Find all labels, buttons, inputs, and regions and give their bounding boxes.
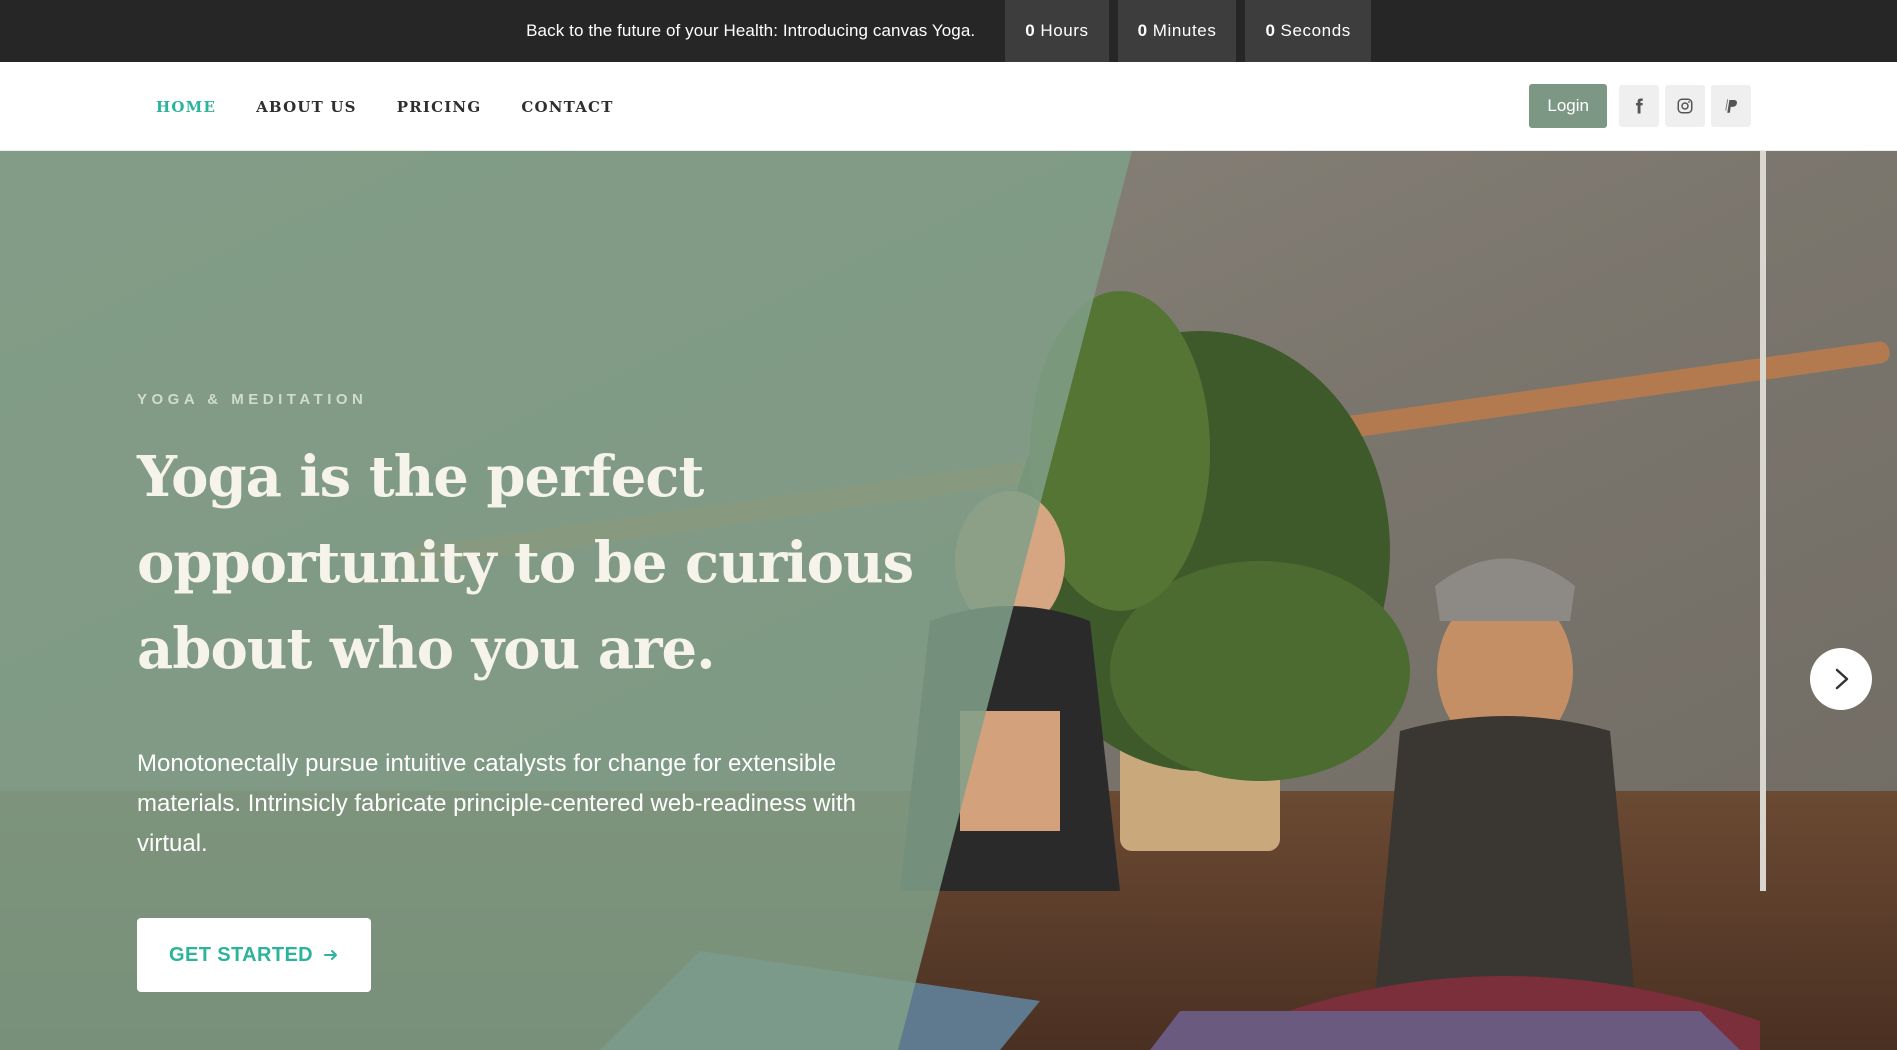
countdown-seconds-value: 0 <box>1265 21 1276 40</box>
countdown-hours-unit: Hours <box>1040 21 1089 40</box>
countdown-seconds-unit: Seconds <box>1280 21 1351 40</box>
site-header: HOME ABOUT US PRICING CONTACT Login <box>0 62 1897 151</box>
announcement-bar: Back to the future of your Health: Intro… <box>0 0 1897 62</box>
nav-item-pricing[interactable]: PRICING <box>397 98 482 116</box>
chevron-right-icon <box>1835 668 1849 690</box>
countdown-minutes-value: 0 <box>1137 21 1148 40</box>
nav-item-contact[interactable]: CONTACT <box>521 98 613 116</box>
hero-description: Monotonectally pursue intuitive catalyst… <box>137 750 856 857</box>
instagram-icon[interactable] <box>1665 85 1705 127</box>
arrow-right-icon <box>324 950 338 960</box>
countdown-minutes: 0 Minutes <box>1117 0 1237 62</box>
slider-next-button[interactable] <box>1810 648 1872 710</box>
countdown-hours-value: 0 <box>1025 21 1036 40</box>
paypal-icon[interactable] <box>1711 85 1751 127</box>
get-started-button[interactable]: GET STARTED <box>137 918 372 992</box>
hero-title: Yoga is the perfect opportunity to be cu… <box>137 444 914 682</box>
countdown-timer: 0 Hours 0 Minutes 0 Seconds <box>1005 0 1371 62</box>
hero-eyebrow: YOGA & MEDITATION <box>137 391 368 408</box>
header-actions: Login <box>1529 84 1751 128</box>
login-button[interactable]: Login <box>1529 84 1607 128</box>
countdown-seconds: 0 Seconds <box>1245 0 1371 62</box>
get-started-label: GET STARTED <box>169 943 314 966</box>
countdown-minutes-unit: Minutes <box>1152 21 1217 40</box>
nav-item-about-us[interactable]: ABOUT US <box>256 98 357 116</box>
countdown-hours: 0 Hours <box>1005 0 1109 62</box>
announcement-text: Back to the future of your Health: Intro… <box>526 21 976 40</box>
hero-content: YOGA & MEDITATION Yoga is the perfect op… <box>137 391 937 992</box>
hero-section: YOGA & MEDITATION Yoga is the perfect op… <box>0 151 1897 1050</box>
facebook-icon[interactable] <box>1619 85 1659 127</box>
nav-item-home[interactable]: HOME <box>156 98 216 116</box>
main-nav: HOME ABOUT US PRICING CONTACT <box>156 62 614 151</box>
